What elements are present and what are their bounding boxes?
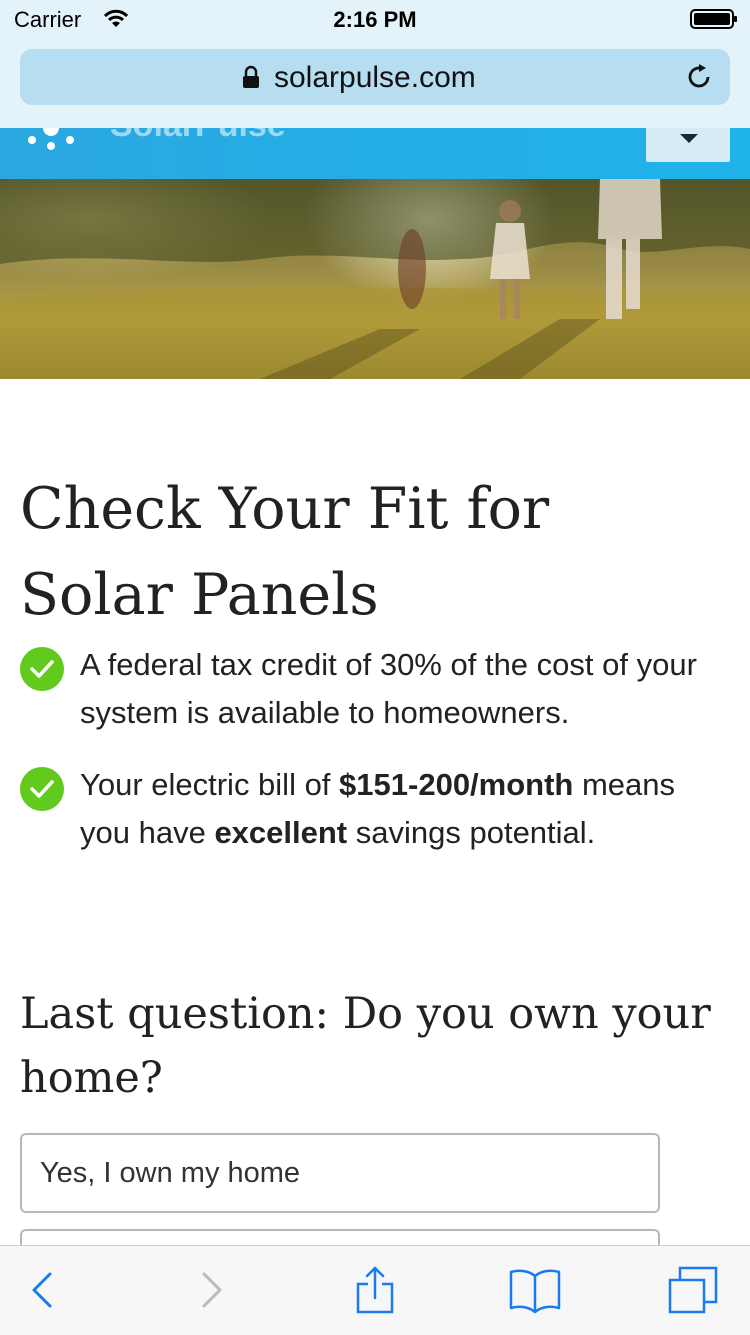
lock-icon xyxy=(242,65,260,89)
browser-address-region: solarpulse.com xyxy=(0,40,750,128)
address-bar[interactable]: solarpulse.com xyxy=(20,49,730,105)
forward-icon[interactable] xyxy=(188,1266,238,1314)
site-brand-name[interactable]: SolarPulse xyxy=(110,128,286,145)
electric-bill-value: $151-200/month xyxy=(339,767,574,802)
benefit-savings-prefix: Your electric bill of xyxy=(80,767,340,802)
answer-own-home-button[interactable]: Yes, I own my home xyxy=(20,1133,660,1213)
hero-image xyxy=(0,179,750,379)
question-heading: Last question: Do you own your home? xyxy=(20,989,711,1103)
status-bar: Carrier 2:16 PM xyxy=(0,0,750,40)
chevron-down-icon xyxy=(680,134,698,143)
back-icon[interactable] xyxy=(22,1266,72,1314)
share-icon[interactable] xyxy=(350,1266,400,1314)
benefit-tax-credit: A federal tax credit of 30% of the cost … xyxy=(80,647,697,730)
menu-toggle-button[interactable] xyxy=(646,128,730,162)
site-header: SolarPulse xyxy=(0,128,750,179)
address-text: solarpulse.com xyxy=(274,61,476,94)
status-time: 2:16 PM xyxy=(333,7,417,32)
sun-logo-icon[interactable] xyxy=(26,128,76,150)
browser-toolbar xyxy=(0,1245,750,1335)
benefit-savings: Your electric bill of $151-200/month mea… xyxy=(80,761,730,857)
check-circle-icon xyxy=(20,647,64,691)
check-circle-icon xyxy=(20,767,64,811)
page-title: Check Your Fit for Solar Panels xyxy=(20,476,550,628)
tabs-icon[interactable] xyxy=(668,1266,718,1314)
bookmarks-icon[interactable] xyxy=(508,1266,561,1314)
battery-icon xyxy=(690,9,738,29)
savings-rating: excellent xyxy=(214,815,348,850)
benefit-savings-suffix: savings potential. xyxy=(347,815,596,850)
reload-icon[interactable] xyxy=(684,62,714,92)
